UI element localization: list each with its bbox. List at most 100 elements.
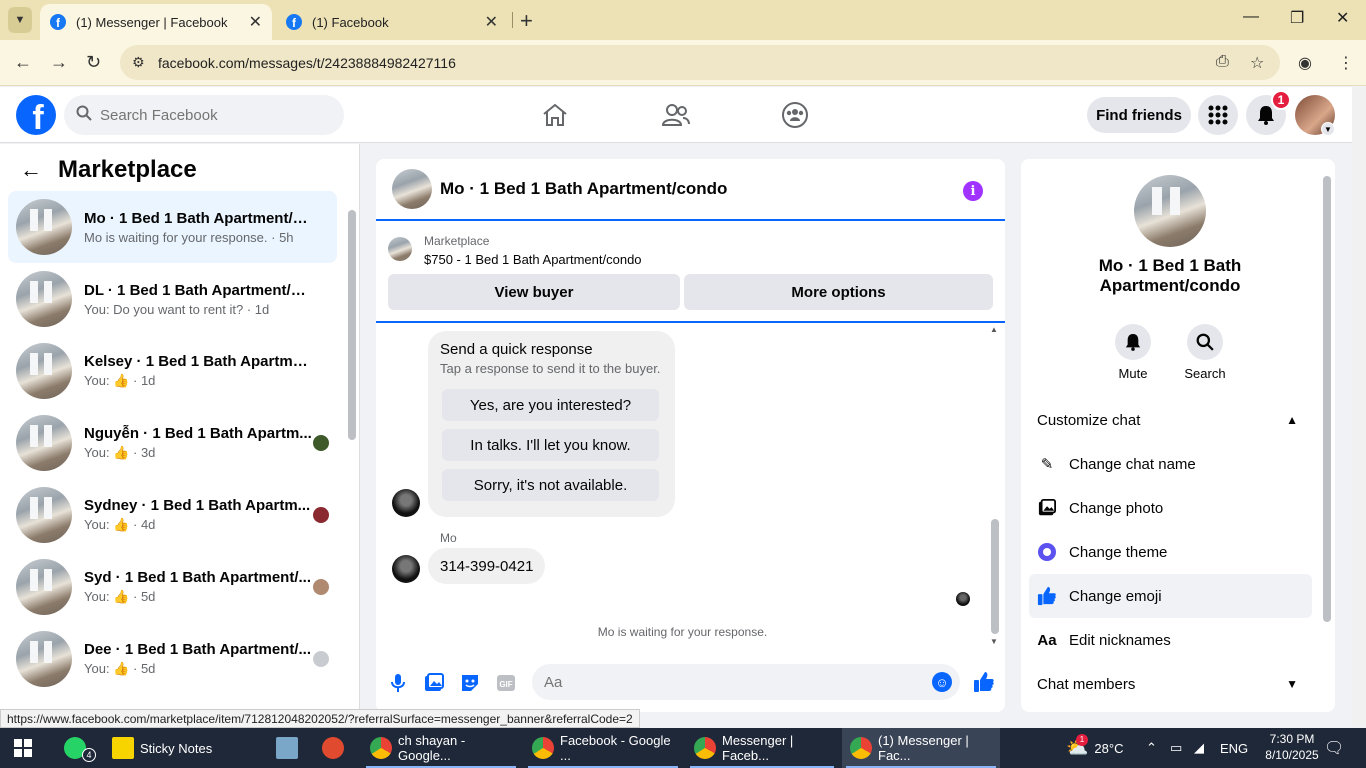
sticker-icon[interactable] xyxy=(459,672,481,694)
close-window-icon[interactable]: ✕ xyxy=(1336,8,1349,28)
conversations-scrollbar[interactable] xyxy=(348,210,356,440)
whatsapp-icon[interactable]: 4 xyxy=(56,728,100,768)
notification-badge: 1 xyxy=(1271,90,1291,110)
conversation-item[interactable]: Kelsey · 1 Bed 1 Bath Apartment/... You:… xyxy=(8,335,337,407)
change-photo-item[interactable]: Change photo xyxy=(1029,486,1312,530)
chat-panel: Mo · 1 Bed 1 Bath Apartment/condo i Mark… xyxy=(376,159,1005,712)
menu-grid-icon[interactable] xyxy=(1198,95,1238,135)
tab-messenger[interactable]: f (1) Messenger | Facebook ✕ xyxy=(40,4,272,40)
find-friends-button[interactable]: Find friends xyxy=(1087,97,1191,133)
change-chat-name-item[interactable]: ✎ Change chat name xyxy=(1029,442,1312,486)
site-info-icon[interactable]: ⚙ xyxy=(132,54,150,71)
listing-thumbnail[interactable] xyxy=(388,237,412,261)
taskbar-chrome-shayan[interactable]: ch shayan - Google... xyxy=(362,728,520,768)
search-input[interactable] xyxy=(100,106,320,124)
chat-members-toggle[interactable]: Chat members ▼ xyxy=(1029,662,1312,706)
taskbar-chrome-messenger[interactable]: Messenger | Faceb... xyxy=(686,728,838,768)
message-input[interactable] xyxy=(544,673,904,691)
listing-link[interactable]: $750 - 1 Bed 1 Bath Apartment/condo xyxy=(424,252,642,267)
weather-widget[interactable]: ⛅ 1 28°C xyxy=(1066,728,1123,768)
groups-icon[interactable] xyxy=(765,99,825,131)
details-scrollbar[interactable] xyxy=(1323,176,1331,622)
photo-icon[interactable] xyxy=(423,672,445,694)
edit-nicknames-item[interactable]: Aa Edit nicknames xyxy=(1029,618,1312,662)
menu-dots-icon[interactable]: ⋮ xyxy=(1338,53,1354,73)
file-explorer-icon[interactable] xyxy=(268,728,304,768)
url-bar[interactable]: ⚙ facebook.com/messages/t/24238884982427… xyxy=(120,45,1280,80)
install-app-icon[interactable]: ⎙ xyxy=(1216,53,1229,71)
friends-icon[interactable] xyxy=(646,99,706,131)
tab-facebook[interactable]: f (1) Facebook ✕ xyxy=(276,4,508,40)
more-options-button[interactable]: More options xyxy=(684,274,993,310)
scroll-down-icon[interactable]: ▼ xyxy=(990,637,998,646)
svg-text:GIF: GIF xyxy=(499,680,512,689)
scroll-up-icon[interactable]: ▲ xyxy=(990,325,998,334)
microphone-icon[interactable] xyxy=(387,672,409,694)
message-input-box[interactable]: ☺ xyxy=(532,664,960,700)
minimize-icon[interactable]: — xyxy=(1243,8,1259,26)
tab-search-icon[interactable]: ▼ xyxy=(8,7,32,33)
facebook-favicon-icon: f xyxy=(286,14,302,30)
page-scrollbar[interactable] xyxy=(1352,87,1366,727)
address-bar: ← → ↻ ⚙ facebook.com/messages/t/24238884… xyxy=(0,40,1366,86)
tray-chevron-up-icon[interactable]: ⌃ xyxy=(1146,728,1157,768)
notification-center-icon[interactable]: 🗨 xyxy=(1324,728,1344,768)
taskbar-sticky-notes[interactable]: Sticky Notes xyxy=(104,728,254,768)
forward-icon[interactable]: → xyxy=(50,52,68,73)
new-tab-button[interactable]: + xyxy=(520,8,533,34)
app-pinned-icon[interactable] xyxy=(314,728,354,768)
info-icon[interactable]: i xyxy=(963,181,983,201)
customize-chat-toggle[interactable]: Customize chat ▲ xyxy=(1029,398,1312,442)
quick-response-button[interactable]: In talks. I'll let you know. xyxy=(442,429,659,461)
back-icon[interactable]: ← xyxy=(14,52,32,73)
chat-title[interactable]: Mo · 1 Bed 1 Bath Apartment/condo xyxy=(440,179,727,199)
conversation-item[interactable]: Nguyễn · 1 Bed 1 Bath Apartm... You: 👍 ·… xyxy=(8,407,337,479)
mute-button[interactable]: Mute xyxy=(1103,324,1163,381)
home-icon[interactable] xyxy=(525,99,585,131)
text-aa-icon: Aa xyxy=(1037,631,1057,649)
network-icon[interactable]: ▭ xyxy=(1170,728,1182,768)
conversation-item[interactable]: Mo · 1 Bed 1 Bath Apartment/co... Mo is … xyxy=(8,191,337,263)
back-arrow-icon[interactable]: ← xyxy=(20,157,42,183)
profile-icon[interactable]: ◉ xyxy=(1298,53,1312,73)
start-windows-icon[interactable] xyxy=(6,728,42,768)
close-tab-icon[interactable]: ✕ xyxy=(249,12,262,32)
like-send-icon[interactable] xyxy=(972,670,996,694)
close-tab-icon[interactable]: ✕ xyxy=(485,12,498,32)
conversation-item[interactable]: DL · 1 Bed 1 Bath Apartment/con... You: … xyxy=(8,263,337,335)
quick-response-card: Send a quick response Tap a response to … xyxy=(428,331,675,517)
account-chevron-icon[interactable]: ▼ xyxy=(1321,122,1335,136)
photo-icon xyxy=(1037,498,1057,518)
message-bubble[interactable]: 314-399-0421 xyxy=(428,548,546,584)
search-box[interactable] xyxy=(64,95,344,135)
change-theme-item[interactable]: Change theme xyxy=(1029,530,1312,574)
chat-scrollbar[interactable] xyxy=(991,519,999,634)
facebook-logo-icon[interactable]: f xyxy=(16,95,56,135)
quick-response-button[interactable]: Yes, are you interested? xyxy=(442,389,659,421)
chat-profile-thumbnail[interactable] xyxy=(1134,175,1206,247)
change-emoji-item[interactable]: Change emoji xyxy=(1029,574,1312,618)
chat-thumbnail[interactable] xyxy=(392,169,432,209)
sender-avatar[interactable] xyxy=(392,489,420,517)
sender-avatar[interactable] xyxy=(392,555,420,583)
conversation-item[interactable]: Sydney · 1 Bed 1 Bath Apartm... You: 👍 ·… xyxy=(8,479,337,551)
language-indicator[interactable]: ENG xyxy=(1220,728,1248,768)
reload-icon[interactable]: ↻ xyxy=(86,52,101,73)
seen-avatar xyxy=(313,507,329,523)
search-conversation-button[interactable]: Search xyxy=(1175,324,1235,381)
listing-thumbnail xyxy=(16,487,72,543)
view-buyer-button[interactable]: View buyer xyxy=(388,274,680,310)
taskbar-chrome-messenger-active[interactable]: (1) Messenger | Fac... xyxy=(842,728,1000,768)
url-text[interactable]: facebook.com/messages/t/2423888498242711… xyxy=(158,55,456,71)
wifi-icon[interactable]: ◢ xyxy=(1194,728,1204,768)
conversation-item[interactable]: Dee · 1 Bed 1 Bath Apartment/... You: 👍 … xyxy=(8,623,337,695)
listing-thumbnail xyxy=(16,559,72,615)
taskbar-chrome-facebook[interactable]: Facebook - Google ... xyxy=(524,728,682,768)
bookmark-star-icon[interactable]: ☆ xyxy=(1250,53,1264,73)
gif-icon[interactable]: GIF xyxy=(495,672,517,694)
maximize-icon[interactable]: ❐ xyxy=(1290,8,1304,28)
quick-response-button[interactable]: Sorry, it's not available. xyxy=(442,469,659,501)
conversation-item[interactable]: Syd · 1 Bed 1 Bath Apartment/... You: 👍 … xyxy=(8,551,337,623)
emoji-icon[interactable]: ☺ xyxy=(932,672,952,692)
system-clock[interactable]: 7:30 PM 8/10/2025 xyxy=(1262,731,1322,763)
